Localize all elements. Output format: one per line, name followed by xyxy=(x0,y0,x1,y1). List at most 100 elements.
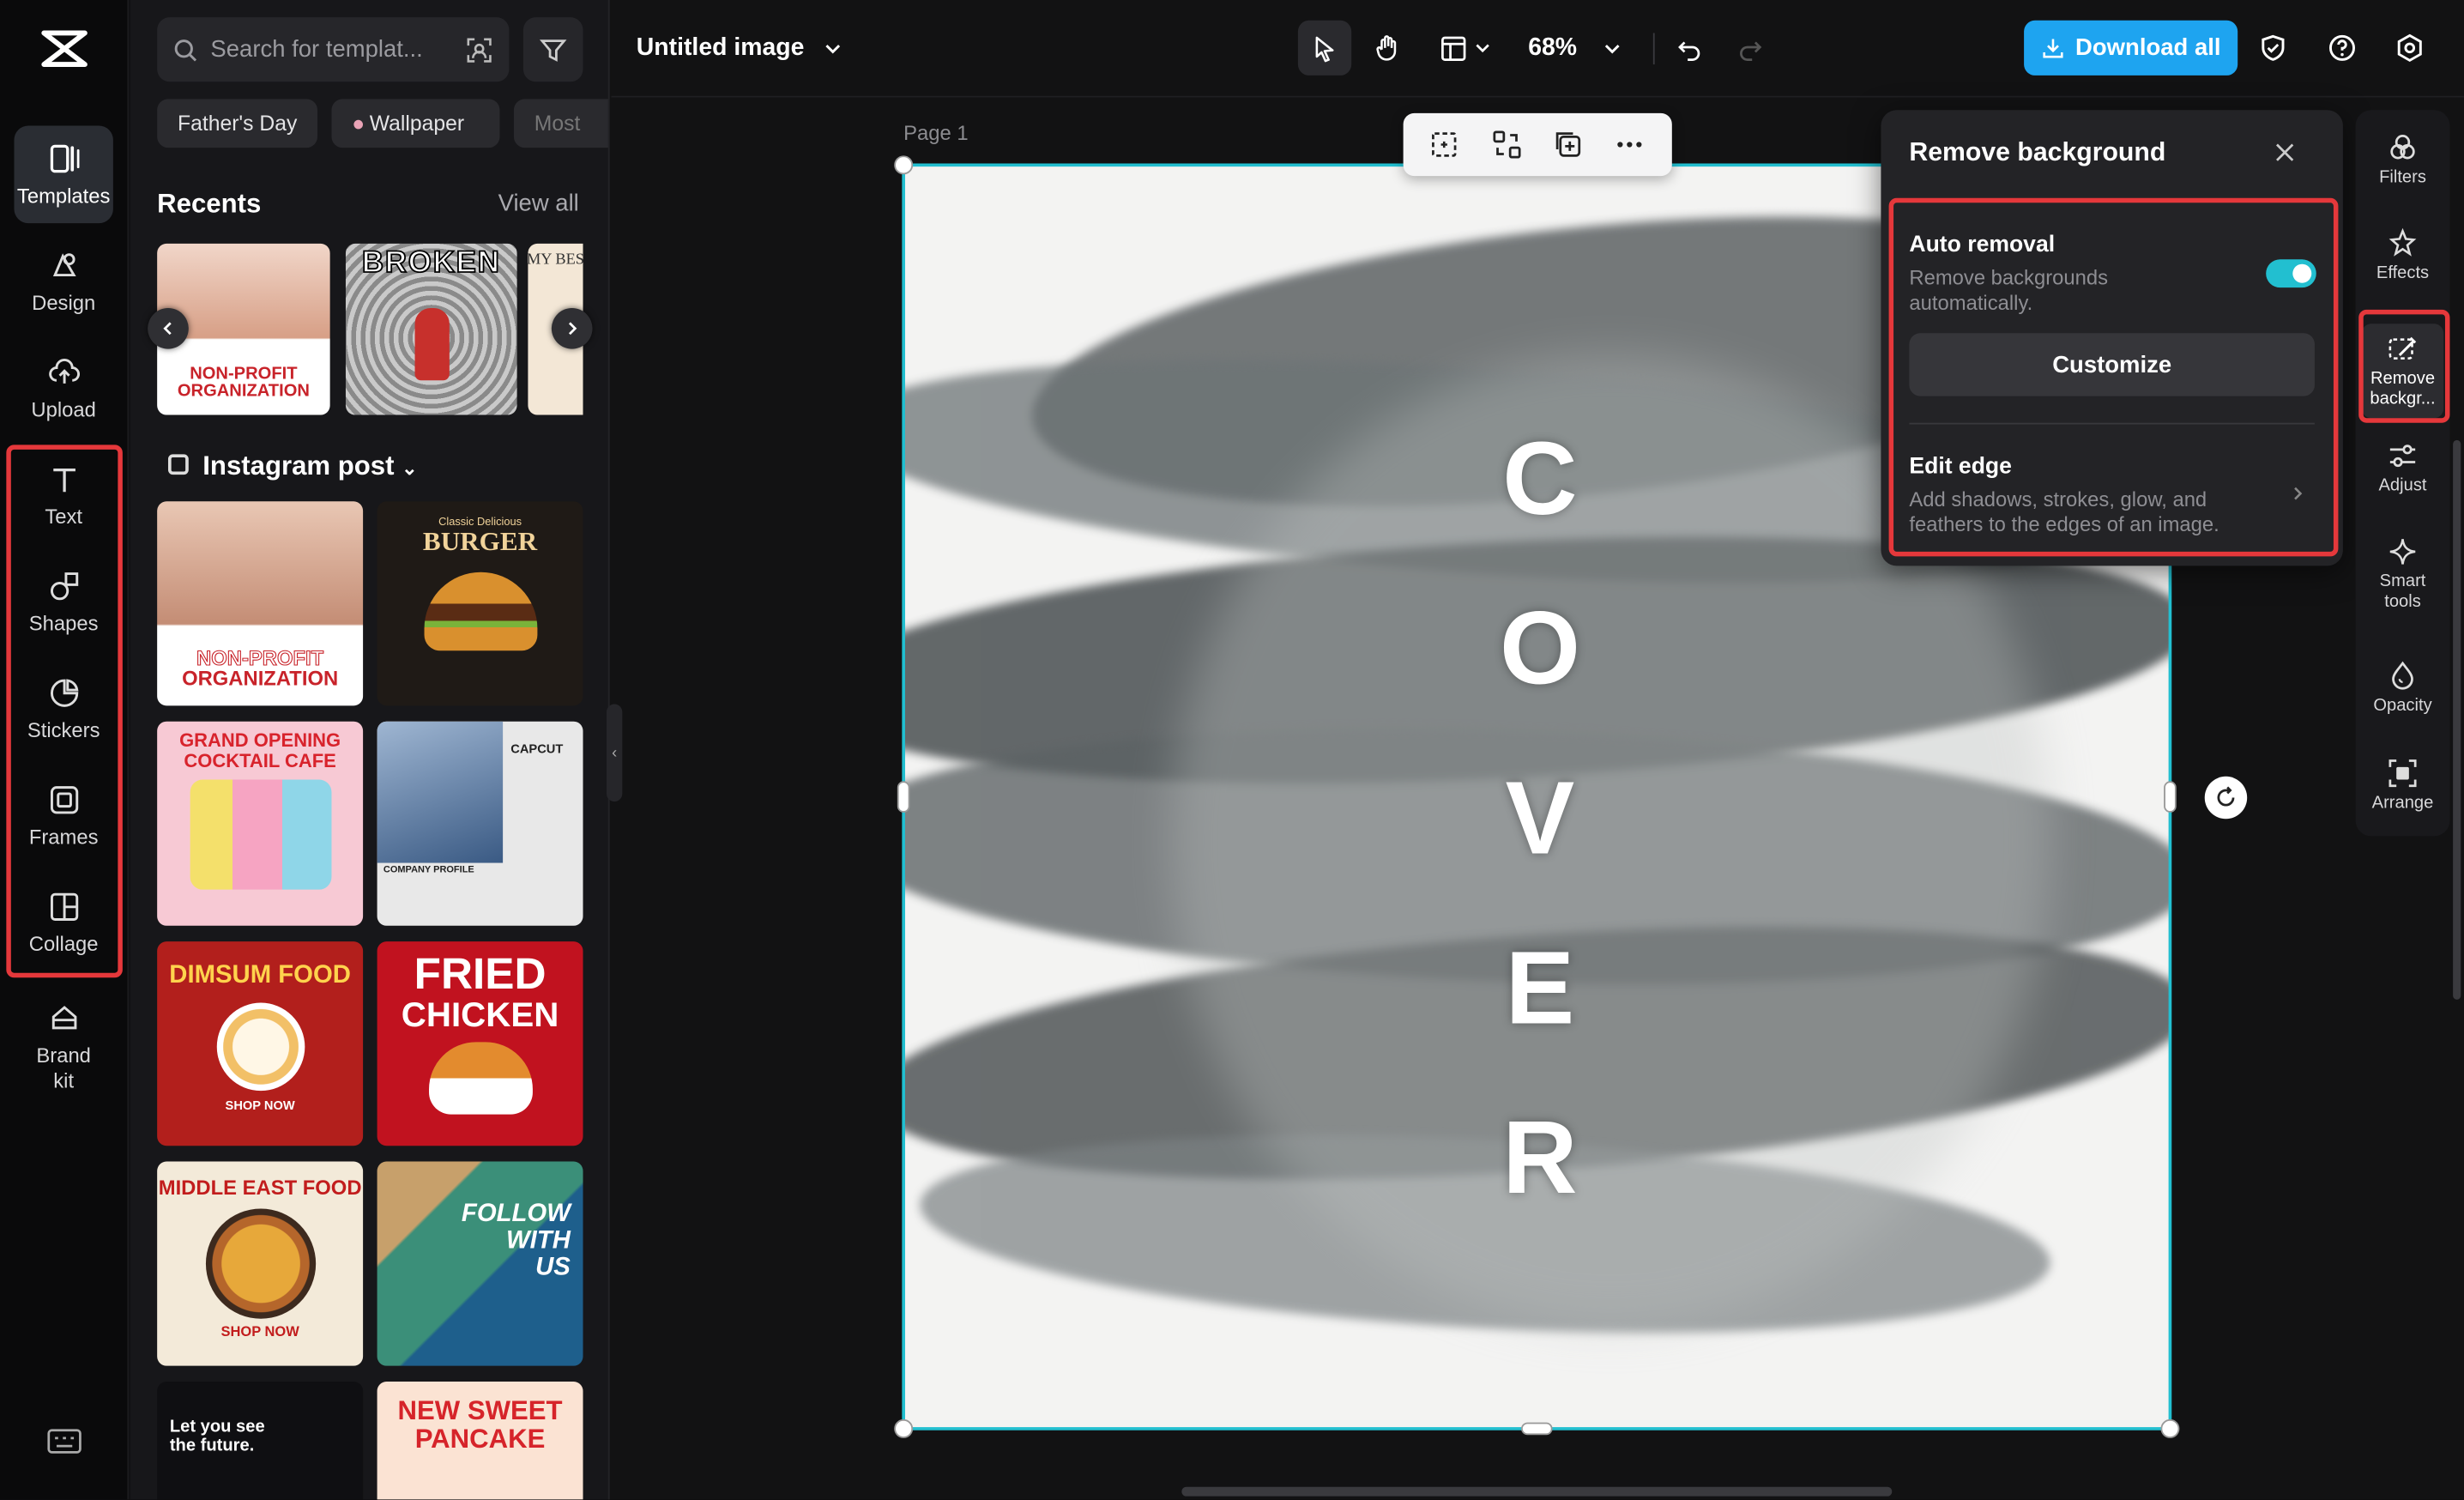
template-card[interactable]: Let you see the future. xyxy=(157,1381,364,1500)
template-card[interactable]: FRIED CHICKEN xyxy=(377,941,583,1146)
capcut-logo[interactable] xyxy=(41,27,88,70)
chevron-down-icon xyxy=(1475,44,1489,53)
panel-collapse-handle[interactable]: ‹ xyxy=(606,704,623,802)
download-all-button[interactable]: Download all xyxy=(2024,20,2238,76)
toolbar-divider xyxy=(1652,33,1655,65)
chevron-left-icon xyxy=(163,322,172,336)
dumpling-plate xyxy=(215,1002,305,1091)
template-card[interactable]: DIMSUM FOOD SHOP NOW xyxy=(157,941,364,1146)
chicken-bucket xyxy=(428,1043,532,1116)
template-card[interactable]: FOLLOW WITH US xyxy=(377,1161,583,1366)
document-title[interactable]: Untitled image xyxy=(637,21,873,76)
duplicate-icon[interactable] xyxy=(1553,129,1585,160)
replace-icon[interactable] xyxy=(1491,129,1523,160)
template-card[interactable]: GRAND OPENING COCKTAIL CAFE xyxy=(157,721,364,926)
template-card[interactable]: NON-PROFIT ORGANIZATION xyxy=(157,501,364,706)
recents-prev-button[interactable] xyxy=(148,307,189,349)
thumb-text: MY BES xyxy=(528,251,583,269)
select-tool-button[interactable] xyxy=(1297,20,1352,76)
zoom-control[interactable]: 68% xyxy=(1519,21,1629,76)
settings-button[interactable] xyxy=(2390,21,2428,76)
template-text: MIDDLE EAST FOOD xyxy=(158,1176,362,1200)
chip-fathers-day[interactable]: Father's Day xyxy=(157,99,317,148)
template-card[interactable]: Classic Delicious BURGER xyxy=(377,501,583,706)
recents-next-button[interactable] xyxy=(551,307,593,349)
instagram-icon xyxy=(167,454,189,475)
document-title-text: Untitled image xyxy=(636,33,805,61)
resize-handle-bottom[interactable] xyxy=(1520,1422,1553,1436)
rail-effects[interactable]: Effects xyxy=(2356,227,2450,284)
shield-button[interactable] xyxy=(2254,21,2292,76)
more-icon[interactable] xyxy=(1614,129,1646,160)
template-text: Let you see xyxy=(169,1418,265,1437)
effects-icon xyxy=(2389,227,2417,257)
brand-kit-icon xyxy=(51,1005,76,1030)
resize-handle-top-left[interactable] xyxy=(894,155,914,175)
nav-brand-kit[interactable]: Brand kit xyxy=(14,994,112,1101)
chip-wallpaper[interactable]: ● Wallpaper xyxy=(331,99,500,148)
layout-button[interactable] xyxy=(1432,21,1498,76)
close-button[interactable] xyxy=(2268,136,2302,170)
rail-arrange[interactable]: Arrange xyxy=(2356,758,2450,814)
template-card[interactable]: NEW SWEET PANCAKE xyxy=(377,1381,583,1500)
nav-templates[interactable]: Templates xyxy=(14,125,113,224)
left-nav: Templates Design Upload Text Shapes Stic… xyxy=(0,0,130,1500)
rotate-button[interactable] xyxy=(2204,776,2248,820)
category-title[interactable]: Instagram post ⌄ xyxy=(202,451,417,483)
nav-label: Design xyxy=(32,290,96,315)
chip-most[interactable]: Most xyxy=(513,99,608,148)
burger-image xyxy=(423,572,537,651)
nav-label: Brand kit xyxy=(36,1043,91,1092)
recent-thumb[interactable]: BROKEN xyxy=(345,243,517,415)
search-icon xyxy=(174,39,197,61)
resize-handle-left[interactable] xyxy=(897,781,910,813)
nav-upload[interactable]: Upload xyxy=(14,340,112,438)
template-card[interactable]: CAPCUT COMPANY PROFILE xyxy=(377,721,583,926)
help-icon xyxy=(2328,34,2355,61)
undo-button[interactable] xyxy=(1667,21,1711,76)
chevron-down-icon xyxy=(1603,44,1619,53)
resize-handle-bottom-right[interactable] xyxy=(2160,1418,2180,1438)
filter-icon xyxy=(539,39,567,61)
template-text: NEW SWEET xyxy=(397,1395,563,1426)
select-area-icon[interactable] xyxy=(1428,129,1460,160)
arrange-icon xyxy=(2389,759,2417,788)
chevron-right-icon xyxy=(568,322,577,336)
rail-filters[interactable]: Filters xyxy=(2356,132,2450,188)
undo-icon xyxy=(1678,40,1700,61)
category-label: Instagram post xyxy=(202,451,395,481)
template-text: ORGANIZATION xyxy=(182,667,339,691)
template-card[interactable]: MIDDLE EAST FOOD SHOP NOW xyxy=(157,1161,364,1366)
keyboard-icon[interactable] xyxy=(47,1427,82,1455)
rail-smart-tools[interactable]: Smart tools xyxy=(2356,536,2450,612)
layout-icon xyxy=(1440,35,1465,61)
help-button[interactable] xyxy=(2322,21,2360,76)
redo-button[interactable] xyxy=(1729,21,1773,76)
vertical-scrollbar[interactable] xyxy=(2453,439,2461,1000)
remove-bg-highlight-box xyxy=(1888,197,2339,557)
templates-icon xyxy=(49,144,79,173)
template-text: CAPCUT xyxy=(510,741,564,756)
resize-handle-right[interactable] xyxy=(2164,781,2177,813)
shield-icon xyxy=(2261,34,2284,61)
nav-design[interactable]: Design xyxy=(14,233,112,330)
horizontal-scrollbar[interactable] xyxy=(1181,1486,1893,1497)
hand-tool-button[interactable] xyxy=(1361,21,1414,76)
image-search-icon[interactable] xyxy=(465,35,493,64)
resize-handle-bottom-left[interactable] xyxy=(894,1418,914,1438)
template-text: US xyxy=(535,1253,571,1281)
nav-highlight-box xyxy=(6,445,123,978)
rail-adjust[interactable]: Adjust xyxy=(2356,440,2450,496)
template-text: the future. xyxy=(169,1436,255,1455)
search-input[interactable]: Search for templat... xyxy=(157,17,510,82)
element-toolbar xyxy=(1403,112,1672,177)
template-text: GRAND OPENING xyxy=(179,729,341,752)
view-all-link[interactable]: View all xyxy=(498,191,579,217)
rail-label: Effects xyxy=(2376,263,2430,283)
panel-title: Remove background xyxy=(1909,138,2166,167)
rail-label: Adjust xyxy=(2378,475,2427,495)
chevron-down-icon: ⌄ xyxy=(402,457,418,480)
chip-label: Father's Day xyxy=(177,112,298,136)
rail-opacity[interactable]: Opacity xyxy=(2356,660,2450,716)
filter-button[interactable] xyxy=(522,17,583,82)
